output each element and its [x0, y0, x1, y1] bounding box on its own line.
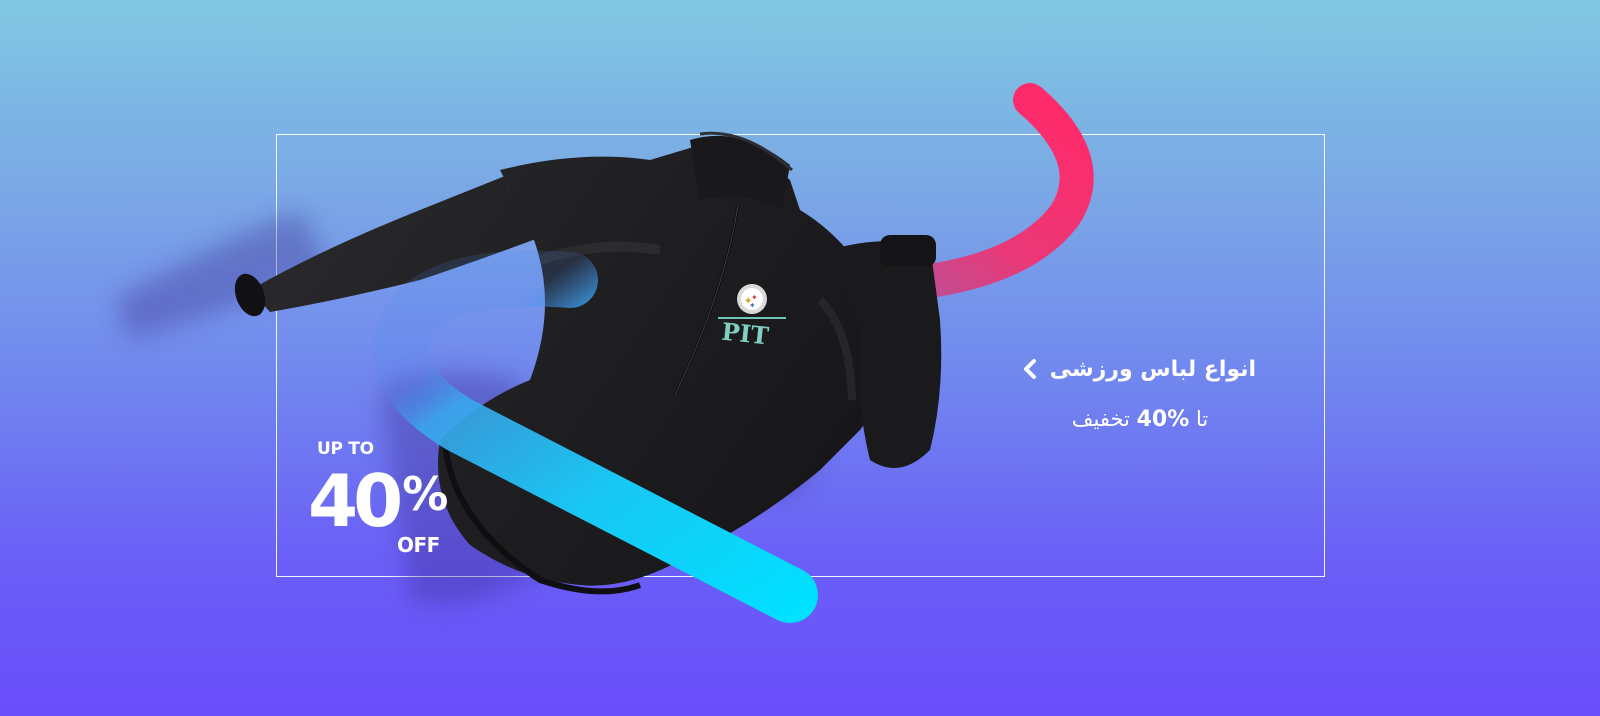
svg-text:✦: ✦ [749, 301, 756, 310]
promo-percent: 40% [308, 458, 448, 537]
chevron-left-icon [1020, 358, 1042, 380]
promo-banner[interactable]: ✦ ✦ ✦ PIT UP TO 40% OFF انواع لباس ورزشی… [0, 0, 1600, 716]
promo-percent-sign: % [402, 467, 449, 521]
discount-suffix: تخفیف [1071, 407, 1130, 431]
discount-prefix: تا [1195, 407, 1209, 431]
banner-artwork: ✦ ✦ ✦ PIT [115, 83, 1094, 623]
promo-percent-number: 40 [308, 459, 403, 543]
sportswear-category-link[interactable]: انواع لباس ورزشی [1023, 350, 1256, 388]
promo-discount-en: UP TO 40% OFF [300, 436, 470, 566]
discount-text-fa: تا 40% تخفیف [1040, 402, 1240, 436]
discount-percent: 40% [1136, 406, 1190, 432]
jacket-logo-text: PIT [720, 317, 770, 351]
promo-up-to: UP TO [317, 439, 374, 459]
category-label: انواع لباس ورزشی [1049, 356, 1256, 382]
promo-off: OFF [397, 533, 440, 557]
